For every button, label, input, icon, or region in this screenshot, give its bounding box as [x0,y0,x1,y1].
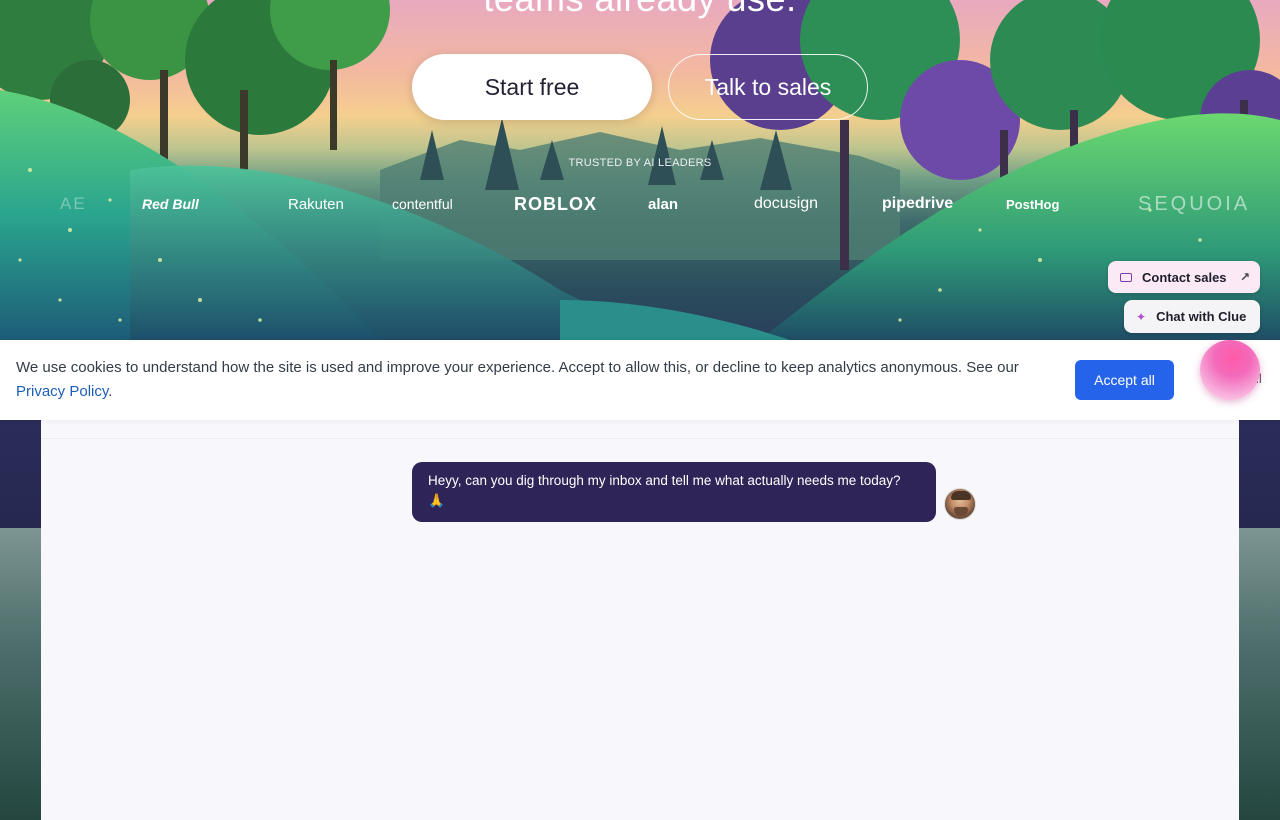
logo-sequoia: SEQUOIA [1138,192,1251,215]
chat-panel: Heyy, can you dig through my inbox and t… [41,420,1239,820]
chat-with-clue-label: Chat with Clue [1156,309,1247,324]
privacy-policy-link[interactable]: Privacy Policy [16,383,108,400]
logo-contentful: contentful [392,196,453,212]
logo-rakuten: Rakuten [288,195,344,213]
logo-posthog: PostHog [1006,196,1060,212]
cookie-banner: We use cookies to understand how the sit… [0,340,1280,420]
chat-panel-header [41,420,1239,439]
cookie-period: . [108,383,113,400]
logo-roblox: ROBLOX [514,193,598,214]
logo-pipedrive: pipedrive [882,195,954,212]
logo-alan: alan [648,195,679,213]
logo-redbull: Red Bull [142,196,199,212]
contact-sales-label: Contact sales [1142,269,1227,285]
cookie-message: We use cookies to understand how the sit… [16,359,1019,376]
chat-with-clue-button[interactable]: ✦ Chat with Clue [1124,300,1260,333]
avatar-beard [954,507,968,516]
logo-docusign: docusign [754,195,819,212]
accept-all-button[interactable]: Accept all [1075,360,1174,400]
logo-partial-left: AE [60,194,87,213]
cookie-text: We use cookies to understand how the sit… [16,356,1061,404]
trusted-label: TRUSTED BY AI LEADERS [568,157,712,169]
user-avatar [944,488,976,520]
avatar-hair [951,491,971,500]
sparkle-icon: ✦ [1136,309,1147,324]
talk-to-sales-button[interactable]: Talk to sales [668,54,868,120]
start-free-button[interactable]: Start free [412,54,652,120]
arrow-up-right-icon: ↗ [1239,270,1250,284]
user-message-bubble: Heyy, can you dig through my inbox and t… [412,462,936,522]
contact-sales-button[interactable]: Contact sales ↗ [1108,261,1260,293]
hero-headline: teams already use. [0,0,1280,20]
assistant-orb-button[interactable] [1200,340,1260,400]
mail-icon [1120,272,1132,282]
